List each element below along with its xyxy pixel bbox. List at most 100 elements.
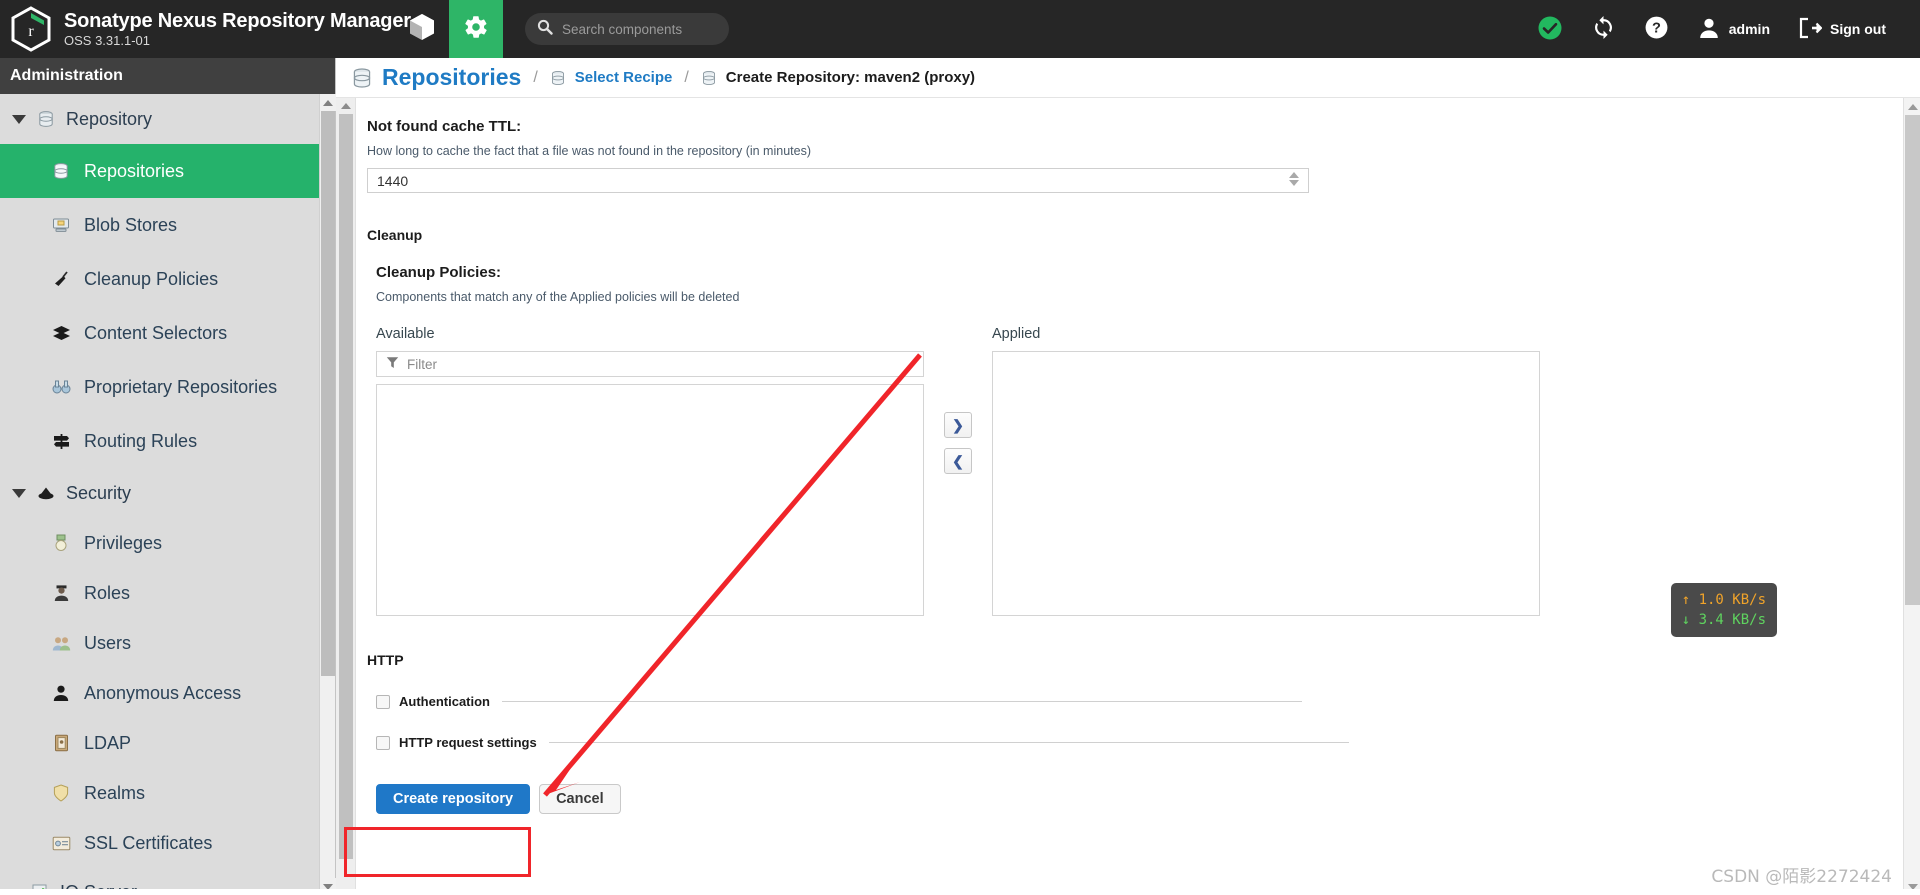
person-icon bbox=[48, 684, 74, 702]
sidebar-item-label: LDAP bbox=[84, 732, 132, 753]
sidebar-item-content-selectors[interactable]: Content Selectors bbox=[0, 306, 335, 360]
sidebar-item-cleanup-policies[interactable]: Cleanup Policies bbox=[0, 252, 335, 306]
svg-text:?: ? bbox=[1652, 21, 1661, 37]
security-shield-icon bbox=[34, 485, 58, 501]
certificate-icon bbox=[48, 836, 74, 851]
chevron-down-icon[interactable] bbox=[12, 114, 26, 124]
sidebar-item-label: SSL Certificates bbox=[84, 832, 213, 853]
sidebar-group-security[interactable]: Security bbox=[0, 468, 335, 518]
available-filter-input[interactable]: Filter bbox=[376, 351, 924, 377]
broom-icon bbox=[48, 270, 74, 288]
sidebar-item-label: Content Selectors bbox=[84, 322, 228, 343]
available-list[interactable] bbox=[376, 384, 924, 616]
admin-sidebar: Administration Repository Repositories B… bbox=[0, 58, 336, 895]
available-filter-placeholder: Filter bbox=[407, 356, 437, 372]
watermark: CSDN @陌影2272424 bbox=[1711, 867, 1892, 887]
sidebar-item-label: Privileges bbox=[84, 532, 163, 553]
cleanup-section-title: Cleanup bbox=[367, 227, 423, 243]
sidebar-item-routing-rules[interactable]: Routing Rules bbox=[0, 414, 335, 468]
sidebar-item-ssl-certificates[interactable]: SSL Certificates bbox=[0, 818, 335, 868]
create-repository-form: Not found cache TTL: How long to cache t… bbox=[357, 98, 1891, 814]
divider bbox=[502, 701, 1302, 702]
sidebar-item-repositories[interactable]: Repositories bbox=[0, 144, 335, 198]
sidebar-item-roles[interactable]: Roles bbox=[0, 568, 335, 618]
refresh-button[interactable] bbox=[1577, 0, 1630, 58]
http-section-title: HTTP bbox=[367, 652, 404, 668]
sidebar-scroll-up-button[interactable] bbox=[320, 94, 336, 111]
sidebar-scrollbar-thumb[interactable] bbox=[321, 111, 335, 676]
sidebar-item-anonymous-access[interactable]: Anonymous Access bbox=[0, 668, 335, 718]
blob-store-icon bbox=[48, 217, 74, 233]
content-area: Repositories / Select Recipe / Create Re… bbox=[336, 58, 1920, 895]
administration-button[interactable] bbox=[449, 0, 503, 58]
database-icon bbox=[48, 162, 74, 180]
panel-scrollbar[interactable] bbox=[336, 98, 356, 895]
search-input[interactable] bbox=[562, 21, 722, 37]
breadcrumb-separator: / bbox=[684, 68, 689, 86]
sidebar-item-users[interactable]: Users bbox=[0, 618, 335, 668]
app-title: Sonatype Nexus Repository Manager bbox=[64, 9, 411, 32]
panel-scrollbar-thumb[interactable] bbox=[339, 114, 353, 859]
database-icon bbox=[550, 70, 566, 86]
browse-button[interactable] bbox=[395, 0, 449, 58]
sidebar-item-privileges[interactable]: Privileges bbox=[0, 518, 335, 568]
content-scroll-up-button[interactable] bbox=[1904, 98, 1920, 115]
content-scrollbar-thumb[interactable] bbox=[1905, 115, 1920, 605]
sidebar-item-realms[interactable]: Realms bbox=[0, 768, 335, 818]
sidebar-item-ldap[interactable]: LDAP bbox=[0, 718, 335, 768]
ttl-input[interactable]: 1440 bbox=[367, 168, 1309, 193]
create-repository-button[interactable]: Create repository bbox=[376, 784, 531, 814]
available-title: Available bbox=[376, 326, 435, 342]
svg-text:r: r bbox=[28, 23, 34, 40]
ttl-stepper[interactable] bbox=[1289, 172, 1299, 186]
sidebar-group-label: Repository bbox=[66, 108, 153, 129]
stepper-down-icon[interactable] bbox=[1289, 180, 1299, 186]
upload-arrow-icon: ↑ bbox=[1681, 592, 1691, 608]
database-icon bbox=[34, 110, 58, 128]
repository-form-wrapper: Not found cache TTL: How long to cache t… bbox=[336, 98, 1920, 895]
user-menu-button[interactable]: admin bbox=[1683, 0, 1784, 58]
database-icon bbox=[701, 70, 717, 86]
applied-title: Applied bbox=[992, 326, 1041, 342]
stepper-up-icon[interactable] bbox=[1289, 172, 1299, 178]
cleanup-policies-label: Cleanup Policies: bbox=[376, 264, 502, 281]
ttl-input-value: 1440 bbox=[377, 172, 409, 189]
sidebar-group-label: Security bbox=[66, 482, 132, 503]
breadcrumb: Repositories / Select Recipe / Create Re… bbox=[336, 58, 1920, 98]
move-left-button[interactable]: ❮ bbox=[944, 448, 972, 474]
sidebar-item-label: Repositories bbox=[84, 160, 185, 181]
panel-scroll-up-button[interactable] bbox=[336, 98, 356, 114]
authentication-row: Authentication bbox=[367, 694, 1891, 709]
health-status-button[interactable] bbox=[1523, 0, 1577, 58]
http-request-settings-checkbox[interactable] bbox=[376, 735, 390, 750]
sidebar-item-blob-stores[interactable]: Blob Stores bbox=[0, 198, 335, 252]
content-scrollbar[interactable] bbox=[1903, 98, 1920, 895]
authentication-label: Authentication bbox=[399, 694, 490, 709]
cancel-button[interactable]: Cancel bbox=[539, 784, 621, 814]
sidebar-title: Administration bbox=[0, 58, 335, 94]
database-icon bbox=[351, 67, 373, 89]
sidebar-group-repository[interactable]: Repository bbox=[0, 94, 335, 144]
app-version: OSS 3.31.1-01 bbox=[64, 32, 150, 48]
breadcrumb-item-select-recipe[interactable]: Select Recipe bbox=[550, 69, 672, 86]
sidebar-item-label: Anonymous Access bbox=[84, 682, 242, 703]
sidebar-scrollbar[interactable] bbox=[319, 94, 336, 895]
http-request-settings-row: HTTP request settings bbox=[367, 735, 1891, 750]
chevron-down-icon[interactable] bbox=[12, 488, 26, 498]
move-right-button[interactable]: ❯ bbox=[944, 412, 972, 438]
app-header: r Sonatype Nexus Repository Manager OSS … bbox=[0, 0, 1920, 58]
authentication-checkbox[interactable] bbox=[376, 694, 390, 709]
health-check-ok-icon bbox=[1537, 15, 1563, 44]
divider bbox=[548, 742, 1349, 743]
signpost-icon bbox=[48, 433, 74, 450]
breadcrumb-item-repositories[interactable]: Repositories bbox=[351, 64, 521, 91]
sign-out-label: Sign out bbox=[1830, 21, 1886, 37]
applied-list[interactable] bbox=[992, 351, 1540, 616]
search-box[interactable] bbox=[525, 13, 729, 45]
help-button[interactable]: ? bbox=[1630, 0, 1683, 58]
available-column: Available Filter bbox=[376, 326, 924, 616]
sign-out-button[interactable]: Sign out bbox=[1784, 0, 1900, 58]
sidebar-item-proprietary-repositories[interactable]: Proprietary Repositories bbox=[0, 360, 335, 414]
sidebar-item-label: Proprietary Repositories bbox=[84, 376, 278, 397]
cube-icon bbox=[409, 13, 435, 46]
